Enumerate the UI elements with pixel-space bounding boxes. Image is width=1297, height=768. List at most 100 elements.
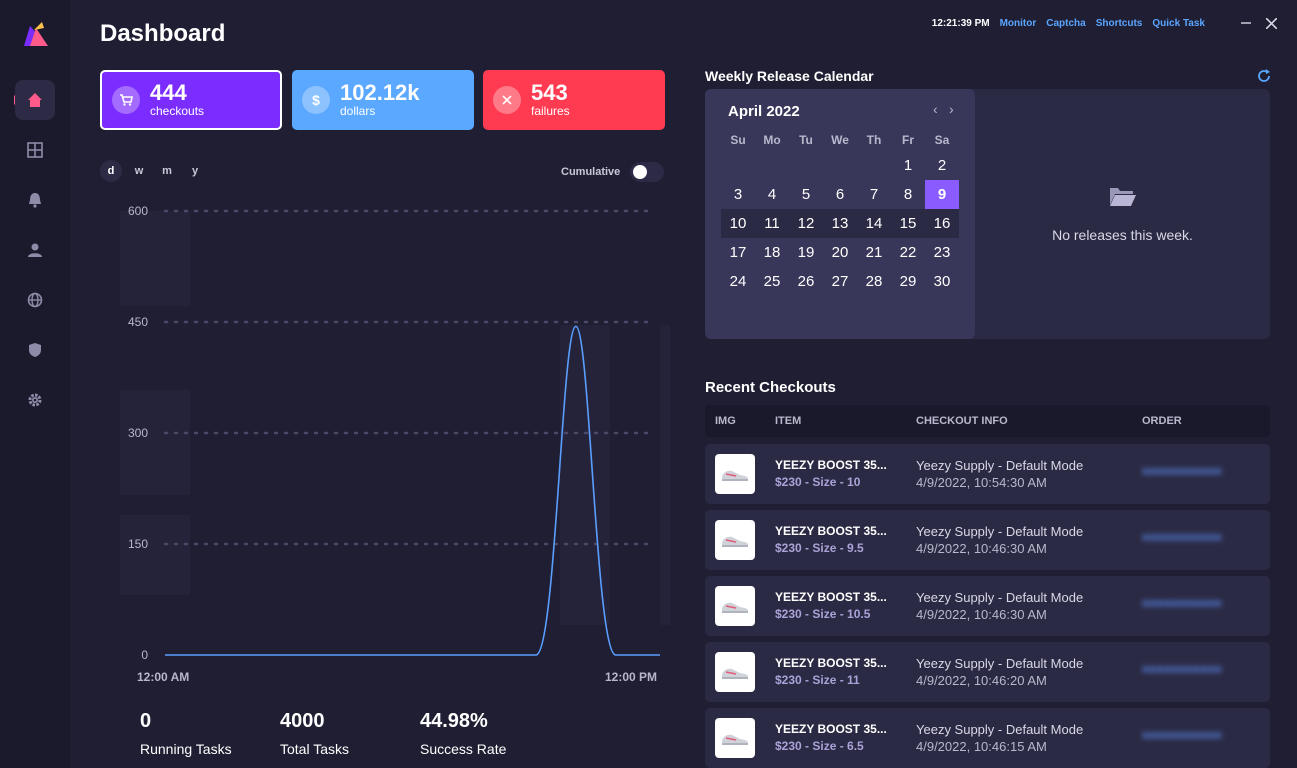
checkout-row[interactable]: YEEZY BOOST 35... $230 - Size - 10 Yeezy S…: [705, 444, 1270, 504]
shield-icon: [29, 343, 41, 357]
failures-count: 543: [531, 80, 568, 105]
checkout-row[interactable]: YEEZY BOOST 35... $230 - Size - 10.5 Yeezy…: [705, 576, 1270, 636]
calendar-day[interactable]: 7: [857, 180, 891, 209]
user-icon: [28, 243, 42, 257]
calendar-day[interactable]: 9: [925, 180, 959, 209]
calendar-day[interactable]: 26: [789, 267, 823, 296]
failures-card[interactable]: 543 failures: [483, 70, 665, 130]
checkout-time: 4/9/2022, 10:46:20 AM: [916, 673, 1047, 688]
item-price-size: $230 - Size - 11: [775, 673, 860, 687]
shortcuts-link[interactable]: Shortcuts: [1096, 18, 1143, 29]
item-name: YEEZY BOOST 35...: [775, 722, 887, 736]
calendar-empty-cell: [755, 151, 789, 180]
nav-settings[interactable]: [15, 380, 55, 420]
quick-task-link[interactable]: Quick Task: [1152, 18, 1205, 29]
empty-releases-message: No releases this week.: [1052, 227, 1193, 243]
calendar-day[interactable]: 23: [925, 238, 959, 267]
range-month-tab[interactable]: m: [156, 160, 178, 182]
nav-proxies[interactable]: [15, 280, 55, 320]
calendar-day[interactable]: 17: [721, 238, 755, 267]
calendar-day[interactable]: 27: [823, 267, 857, 296]
checkout-mode: Yeezy Supply - Default Mode: [916, 590, 1084, 605]
order-number-blurred[interactable]: ■■■■■■■■■■■: [1142, 530, 1232, 544]
order-number-blurred[interactable]: ■■■■■■■■■■■: [1142, 662, 1232, 676]
calendar-day[interactable]: 16: [925, 209, 959, 238]
item-name: YEEZY BOOST 35...: [775, 656, 887, 670]
toggle-knob: [633, 165, 647, 179]
calendar-day[interactable]: 1: [891, 151, 925, 180]
sneaker-icon: [722, 602, 748, 613]
calendar-empty-cell: [789, 151, 823, 180]
nav-tasks[interactable]: [15, 130, 55, 170]
calendar-day[interactable]: 19: [789, 238, 823, 267]
calendar-day[interactable]: 11: [755, 209, 789, 238]
item-price-size: $230 - Size - 9.5: [775, 541, 864, 555]
dollar-icon: $: [302, 86, 330, 114]
calendar-day[interactable]: 28: [857, 267, 891, 296]
calendar-day[interactable]: 29: [891, 267, 925, 296]
gear-icon: [28, 393, 42, 407]
calendar-day[interactable]: 18: [755, 238, 789, 267]
weekday-label: Mo: [763, 133, 781, 147]
sneaker-thumbnail: [715, 718, 755, 758]
dollars-amount: 102.12k: [340, 80, 420, 105]
calendar-day[interactable]: 21: [857, 238, 891, 267]
calendar-day[interactable]: 14: [857, 209, 891, 238]
close-window-button[interactable]: [1262, 14, 1280, 32]
checkouts-card[interactable]: 444 checkouts: [100, 70, 282, 130]
calendar-grid: Su Mo Tu We Th Fr Sa 1 2 3 4 5 6 7 8 9 10 11 12 13 14 15 16 17 1…: [721, 129, 959, 296]
calendar-day[interactable]: 13: [823, 209, 857, 238]
order-number-blurred[interactable]: ■■■■■■■■■■■: [1142, 728, 1232, 742]
calendar-day[interactable]: 12: [789, 209, 823, 238]
calendar-day[interactable]: 25: [755, 267, 789, 296]
calendar-empty-cell: [857, 151, 891, 180]
calendar-day[interactable]: 22: [891, 238, 925, 267]
order-number-blurred[interactable]: ■■■■■■■■■■■: [1142, 596, 1232, 610]
refresh-icon[interactable]: [1256, 68, 1272, 84]
app-logo-icon[interactable]: [22, 20, 50, 48]
calendar-day[interactable]: 4: [755, 180, 789, 209]
calendar-day[interactable]: 10: [721, 209, 755, 238]
calendar-day[interactable]: 8: [891, 180, 925, 209]
checkout-row[interactable]: YEEZY BOOST 35... $230 - Size - 9.5 Yeezy …: [705, 510, 1270, 570]
calendar-day[interactable]: 20: [823, 238, 857, 267]
calendar-panel: April 2022 ‹ › Su Mo Tu We Th Fr Sa 1 2 3 4 5 6 7 8 9 10…: [705, 89, 1270, 339]
sidebar: [0, 0, 70, 768]
calendar-day[interactable]: 24: [721, 267, 755, 296]
column-checkout-info: CHECKOUT INFO: [916, 415, 1008, 427]
checkout-time: 4/9/2022, 10:46:30 AM: [916, 541, 1047, 556]
nav-notifications[interactable]: [15, 180, 55, 220]
calendar-day[interactable]: 15: [891, 209, 925, 238]
nav-profiles[interactable]: [15, 230, 55, 270]
nav-home[interactable]: [15, 80, 55, 120]
order-number-blurred[interactable]: ■■■■■■■■■■■: [1142, 464, 1232, 478]
success-rate-value: 44.98%: [420, 710, 488, 732]
range-year-tab[interactable]: y: [184, 160, 206, 182]
calendar-day[interactable]: 6: [823, 180, 857, 209]
cumulative-toggle[interactable]: [630, 162, 664, 182]
sneaker-icon: [722, 734, 748, 745]
range-week-tab[interactable]: w: [128, 160, 150, 182]
checkout-row[interactable]: YEEZY BOOST 35... $230 - Size - 6.5 Yeezy …: [705, 708, 1270, 768]
calendar-day[interactable]: 3: [721, 180, 755, 209]
minimize-button[interactable]: [1237, 14, 1255, 32]
calendar-day[interactable]: 30: [925, 267, 959, 296]
column-img: IMG: [715, 415, 736, 427]
weekday-label: Sa: [934, 133, 950, 147]
calendar-day[interactable]: 2: [925, 151, 959, 180]
running-tasks-value: 0: [140, 710, 152, 732]
calendar-day[interactable]: 5: [789, 180, 823, 209]
chart-bg-bar: [120, 211, 190, 306]
dollars-label: dollars: [340, 104, 376, 118]
monitor-link[interactable]: Monitor: [1000, 18, 1037, 29]
item-name: YEEZY BOOST 35...: [775, 458, 887, 472]
captcha-link[interactable]: Captcha: [1046, 18, 1085, 29]
next-month-button[interactable]: ›: [949, 101, 954, 117]
dollars-card[interactable]: $ 102.12k dollars: [292, 70, 474, 130]
range-day-tab[interactable]: d: [100, 160, 122, 182]
checkout-row[interactable]: YEEZY BOOST 35... $230 - Size - 11 Yeezy S…: [705, 642, 1270, 702]
checkout-mode: Yeezy Supply - Default Mode: [916, 524, 1084, 539]
calendar-empty-cell: [721, 151, 755, 180]
prev-month-button[interactable]: ‹: [933, 101, 938, 117]
nav-security[interactable]: [15, 330, 55, 370]
